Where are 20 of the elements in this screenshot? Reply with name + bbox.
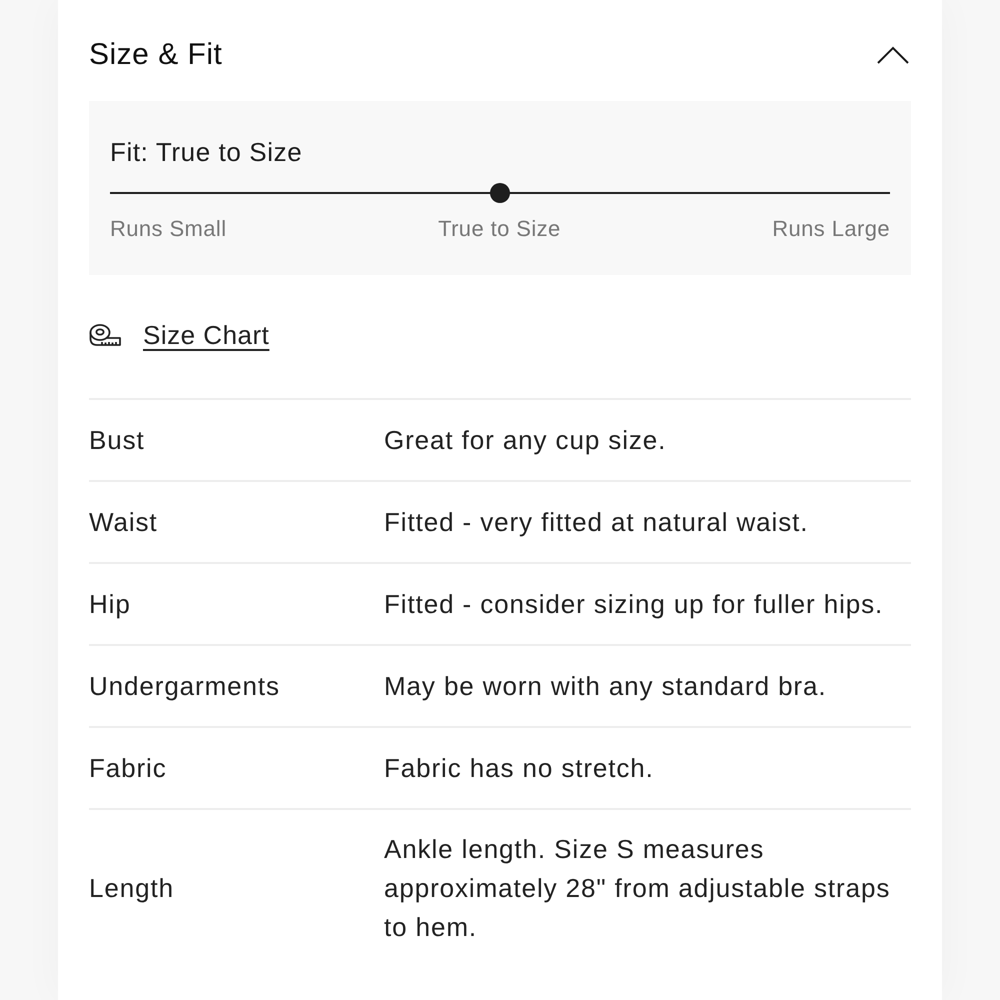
- detail-label: Hip: [89, 588, 132, 620]
- chevron-up-icon[interactable]: [877, 46, 909, 64]
- fit-heading: Fit: True to Size: [110, 138, 302, 166]
- detail-label: Waist: [89, 506, 159, 538]
- tape-measure-icon: [89, 324, 121, 346]
- detail-value: Ankle length. Size S measures approximately 28" from adjustable straps to hem.: [384, 833, 892, 944]
- detail-label: Undergarments: [89, 670, 281, 702]
- detail-label: Bust: [89, 424, 146, 456]
- detail-value: Great for any cup size.: [384, 424, 668, 456]
- detail-value: Fitted - very fitted at natural waist.: [384, 506, 810, 538]
- section-title: Size & Fit: [89, 38, 222, 72]
- size-chart-link[interactable]: Size Chart: [143, 320, 270, 350]
- detail-value: Fitted - consider sizing up for fuller hips.: [384, 588, 884, 620]
- detail-label: Fabric: [89, 752, 168, 784]
- scale-label: True to Size: [438, 216, 561, 242]
- scale-label: Runs Small: [110, 216, 226, 242]
- detail-value: May be worn with any standard bra.: [384, 670, 828, 702]
- detail-label: Length: [89, 872, 175, 905]
- detail-value: Fabric has no stretch.: [384, 752, 655, 784]
- scale-label: Runs Large: [772, 216, 890, 242]
